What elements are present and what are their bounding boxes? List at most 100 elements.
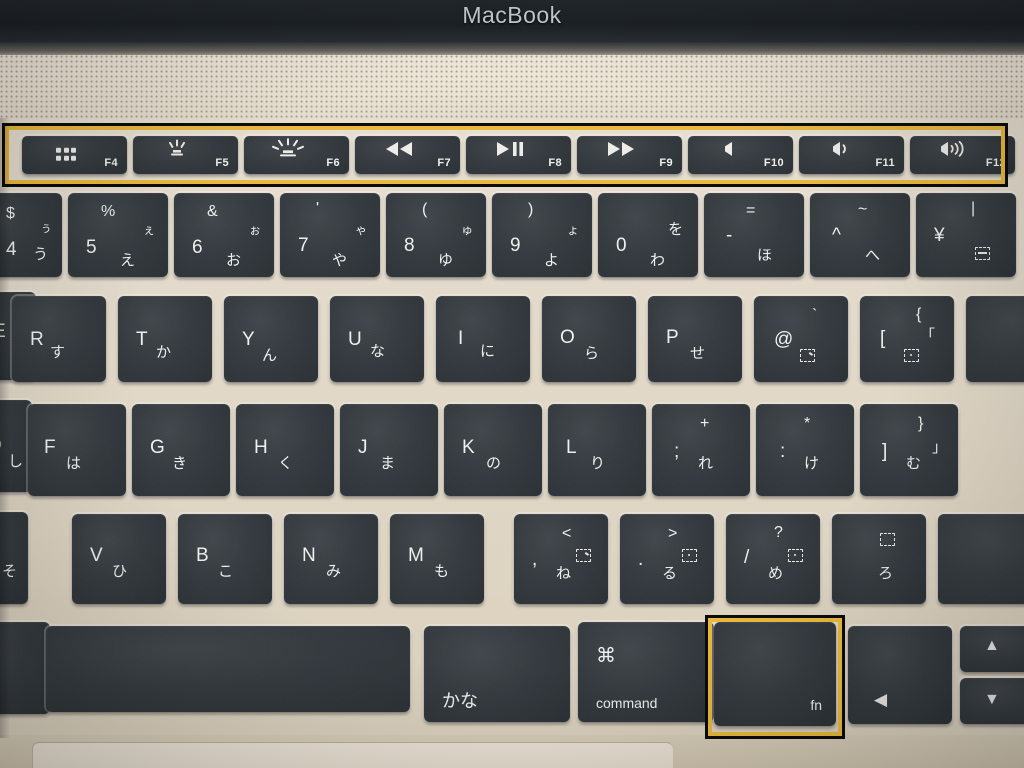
key-f9[interactable]: F9 bbox=[577, 136, 682, 174]
key-i-kana: に bbox=[480, 343, 496, 360]
key-arrow-down[interactable]: ▼ bbox=[960, 678, 1024, 724]
key-c-kana: そ bbox=[2, 563, 18, 580]
key-u-latin: U bbox=[348, 329, 362, 350]
key-n[interactable]: N み bbox=[284, 514, 378, 604]
key-f12[interactable]: F12 bbox=[910, 136, 1015, 174]
key-slash[interactable]: ? / め bbox=[726, 514, 820, 604]
key-e-latin: E bbox=[0, 322, 6, 341]
key-space[interactable] bbox=[46, 626, 410, 712]
key-semicolon[interactable]: + ; れ bbox=[652, 404, 750, 496]
key-f6[interactable]: F6 bbox=[244, 136, 349, 174]
key-semicolon-kana: れ bbox=[698, 455, 714, 472]
key-colon[interactable]: * : け bbox=[756, 404, 854, 496]
key-6[interactable]: & ぉ 6 お bbox=[174, 193, 274, 277]
key-at-dotted-box-icon bbox=[800, 348, 815, 364]
key-m-latin: M bbox=[408, 545, 424, 566]
key-7-kana-small: ゃ bbox=[354, 223, 367, 237]
trackpad[interactable] bbox=[32, 742, 673, 768]
key-y-kana: ん bbox=[262, 347, 278, 364]
key-7-digit: 7 bbox=[298, 235, 309, 256]
key-shift-right[interactable] bbox=[938, 514, 1024, 604]
key-v-kana: ひ bbox=[112, 563, 128, 580]
volume-mute-icon bbox=[722, 141, 738, 162]
key-bracket-right[interactable]: } ] む 」 bbox=[860, 404, 958, 496]
key-b[interactable]: B こ bbox=[178, 514, 272, 604]
key-semicolon-shift: + bbox=[700, 415, 710, 432]
key-arrow-left[interactable]: ◀ bbox=[848, 626, 952, 724]
key-v[interactable]: V ひ bbox=[72, 514, 166, 604]
key-period[interactable]: > . る bbox=[620, 514, 714, 604]
key-enter[interactable] bbox=[966, 296, 1024, 382]
key-p[interactable]: P せ bbox=[648, 296, 742, 382]
key-j-kana: ま bbox=[380, 455, 396, 472]
key-f12-label: F12 bbox=[985, 157, 1006, 169]
key-comma[interactable]: < , ね bbox=[514, 514, 608, 604]
key-5-kana-small: ぇ bbox=[142, 223, 155, 237]
key-period-dotted-box-icon bbox=[682, 548, 697, 564]
key-f8[interactable]: F8 bbox=[466, 136, 571, 174]
key-f5[interactable]: F5 bbox=[133, 136, 238, 174]
key-k[interactable]: K の bbox=[444, 404, 542, 496]
key-d-kana: し bbox=[8, 453, 24, 470]
key-comma-latin: , bbox=[532, 549, 538, 570]
key-4-digit: 4 bbox=[6, 239, 17, 260]
key-n-kana: み bbox=[326, 563, 342, 580]
key-l-kana: り bbox=[590, 455, 606, 472]
key-bracket-left[interactable]: { [ 「 bbox=[860, 296, 954, 382]
key-j[interactable]: J ま bbox=[340, 404, 438, 496]
key-b-kana: こ bbox=[218, 563, 234, 580]
key-i[interactable]: I に bbox=[436, 296, 530, 382]
key-arrow-up[interactable]: ▲ bbox=[960, 626, 1024, 672]
key-m[interactable]: M も bbox=[390, 514, 484, 604]
key-t-kana: か bbox=[156, 344, 172, 361]
key-r-latin: R bbox=[30, 329, 44, 350]
key-f10[interactable]: F10 bbox=[688, 136, 793, 174]
key-o[interactable]: O ら bbox=[542, 296, 636, 382]
key-fn[interactable]: fn bbox=[714, 622, 836, 726]
key-4[interactable]: $ ぅ 4 う bbox=[0, 193, 62, 277]
keyboard-brightness-up-icon bbox=[271, 138, 305, 166]
key-f11[interactable]: F11 bbox=[799, 136, 904, 174]
key-8-shift: ( bbox=[422, 201, 428, 218]
key-option-left[interactable] bbox=[0, 622, 50, 714]
key-t[interactable]: T か bbox=[118, 296, 212, 382]
key-bracket-right-kana: む bbox=[906, 455, 922, 472]
key-colon-kana: け bbox=[804, 455, 820, 472]
key-at[interactable]: ` @ bbox=[754, 296, 848, 382]
key-y[interactable]: Y ん bbox=[224, 296, 318, 382]
key-i-latin: I bbox=[458, 328, 464, 349]
key-0[interactable]: を 0 わ bbox=[598, 193, 698, 277]
key-g[interactable]: G き bbox=[132, 404, 230, 496]
key-c[interactable]: C そ bbox=[0, 512, 28, 604]
key-minus[interactable]: = - ほ bbox=[704, 193, 804, 277]
key-l[interactable]: L り bbox=[548, 404, 646, 496]
key-8[interactable]: ( ゅ 8 ゆ bbox=[386, 193, 486, 277]
key-caret[interactable]: ~ ^ へ bbox=[810, 193, 910, 277]
key-k-latin: K bbox=[462, 437, 475, 458]
key-f7[interactable]: F7 bbox=[355, 136, 460, 174]
key-comma-dotted-box-icon bbox=[576, 548, 591, 564]
key-semicolon-latin: ; bbox=[674, 441, 680, 462]
key-f[interactable]: F は bbox=[28, 404, 126, 496]
key-at-latin: @ bbox=[774, 329, 794, 350]
key-9[interactable]: ) ょ 9 よ bbox=[492, 193, 592, 277]
key-command-right[interactable]: ⌘ command bbox=[578, 622, 714, 722]
key-kana[interactable]: かな bbox=[424, 626, 570, 722]
key-bracket-right-latin: ] bbox=[882, 441, 888, 462]
key-r[interactable]: R す bbox=[12, 296, 106, 382]
key-underscore[interactable]: ろ bbox=[832, 514, 926, 604]
key-slash-shift: ? bbox=[774, 524, 783, 541]
key-minus-primary: - bbox=[726, 225, 733, 246]
key-4-kana-small: ぅ bbox=[39, 221, 52, 235]
key-period-kana: る bbox=[662, 565, 678, 582]
launchpad-grid-icon bbox=[56, 147, 77, 161]
key-fn-label: fn bbox=[810, 697, 822, 713]
key-5[interactable]: % ぇ 5 え bbox=[68, 193, 168, 277]
key-f4[interactable]: F4 bbox=[22, 136, 127, 174]
key-h[interactable]: H く bbox=[236, 404, 334, 496]
key-colon-shift: * bbox=[804, 415, 811, 432]
key-u[interactable]: U な bbox=[330, 296, 424, 382]
key-7[interactable]: ' ゃ 7 や bbox=[280, 193, 380, 277]
key-bracket-left-shift: { bbox=[916, 306, 922, 323]
key-yen[interactable]: | ¥ bbox=[916, 193, 1016, 277]
